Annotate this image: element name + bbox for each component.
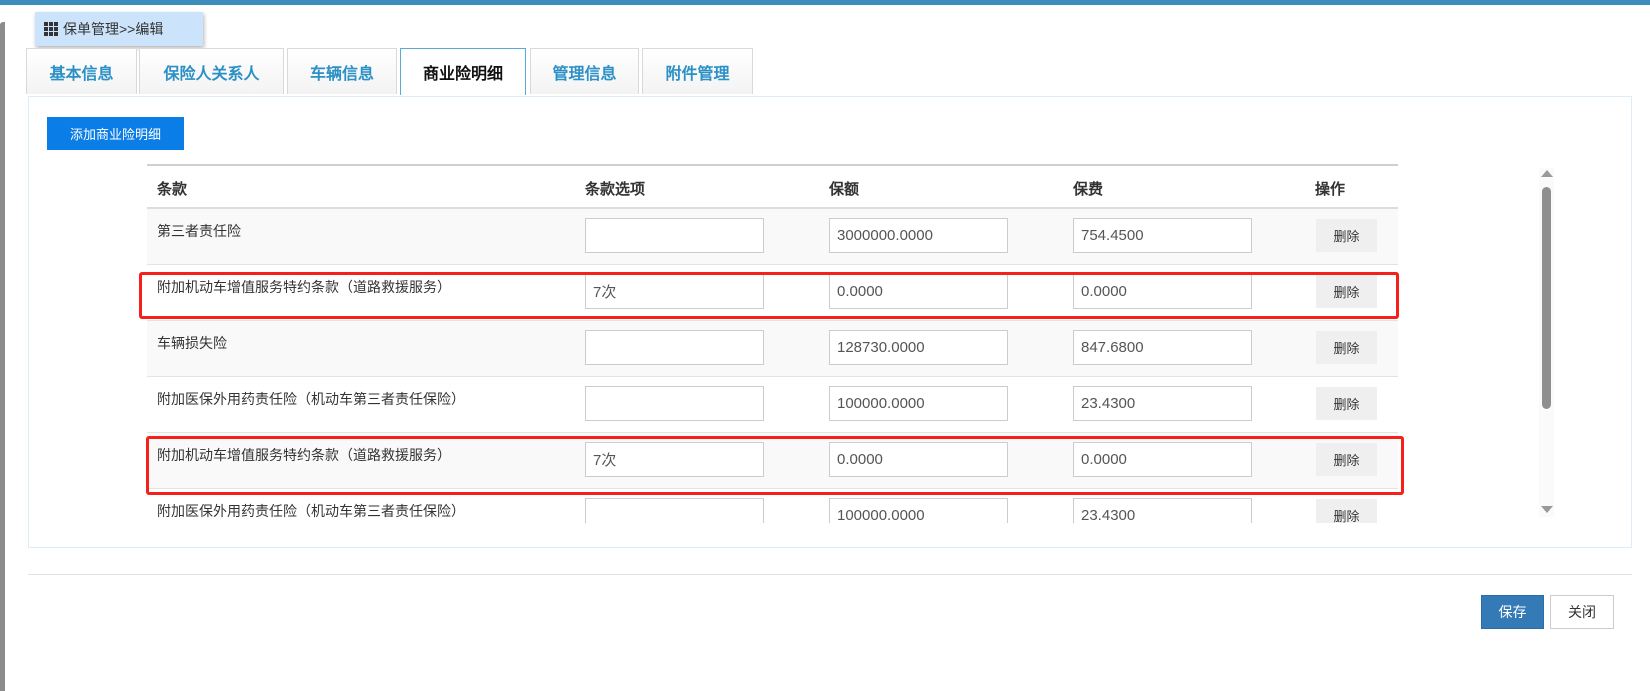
tab-management-info[interactable]: 管理信息 bbox=[530, 48, 639, 94]
insurance-table: 条款 条款选项 保额 保费 操作 第三者责任险 3000000.0000 754.4… bbox=[147, 164, 1407, 523]
scroll-up-icon[interactable] bbox=[1541, 170, 1553, 177]
amount-input[interactable]: 128730.0000 bbox=[829, 330, 1008, 365]
left-edge-scrollbar[interactable] bbox=[0, 22, 5, 691]
premium-input[interactable]: 0.0000 bbox=[1073, 442, 1252, 477]
save-button[interactable]: 保存 bbox=[1481, 595, 1544, 629]
header-clause-option: 条款选项 bbox=[585, 181, 646, 198]
premium-input[interactable]: 23.4300 bbox=[1073, 386, 1252, 421]
premium-input[interactable]: 754.4500 bbox=[1073, 218, 1252, 253]
header-premium: 保费 bbox=[1073, 181, 1104, 198]
delete-button[interactable]: 删除 bbox=[1316, 275, 1377, 308]
table-row: 附加机动车增值服务特约条款（道路救援服务） 7次 0.0000 0.0000 删除 bbox=[147, 433, 1398, 489]
tab-basic-info[interactable]: 基本信息 bbox=[26, 48, 137, 94]
tab-attachments[interactable]: 附件管理 bbox=[642, 48, 753, 94]
amount-input[interactable]: 0.0000 bbox=[829, 442, 1008, 477]
breadcrumb-text: 保单管理>>编辑 bbox=[63, 21, 164, 37]
delete-button[interactable]: 删除 bbox=[1316, 219, 1377, 252]
add-commercial-insurance-button[interactable]: 添加商业险明细 bbox=[47, 117, 184, 150]
amount-input[interactable]: 100000.0000 bbox=[829, 498, 1008, 523]
premium-input[interactable]: 23.4300 bbox=[1073, 498, 1252, 523]
amount-input[interactable]: 100000.0000 bbox=[829, 386, 1008, 421]
breadcrumb: 保单管理>>编辑 bbox=[35, 12, 203, 46]
clause-name: 附加医保外用药责任险（机动车第三者责任保险） bbox=[157, 503, 465, 519]
table-header: 条款 条款选项 保额 保费 操作 bbox=[147, 164, 1398, 209]
table-row: 附加医保外用药责任险（机动车第三者责任保险） 100000.0000 23.4300… bbox=[147, 489, 1398, 523]
scroll-thumb[interactable] bbox=[1542, 187, 1551, 409]
clause-name: 附加机动车增值服务特约条款（道路救援服务） bbox=[157, 279, 451, 295]
grid-icon bbox=[44, 22, 58, 36]
clause-name: 第三者责任险 bbox=[157, 223, 241, 239]
amount-input[interactable]: 3000000.0000 bbox=[829, 218, 1008, 253]
clause-option-input[interactable]: 7次 bbox=[585, 442, 764, 477]
premium-input[interactable]: 847.6800 bbox=[1073, 330, 1252, 365]
delete-button[interactable]: 删除 bbox=[1316, 443, 1377, 476]
tab-vehicle-info[interactable]: 车辆信息 bbox=[287, 48, 397, 94]
clause-option-input[interactable] bbox=[585, 498, 764, 523]
clause-name: 附加医保外用药责任险（机动车第三者责任保险） bbox=[157, 391, 465, 407]
header-amount: 保额 bbox=[829, 181, 860, 198]
tab-commercial-insurance[interactable]: 商业险明细 bbox=[400, 48, 526, 95]
table-row: 第三者责任险 3000000.0000 754.4500 删除 bbox=[147, 209, 1398, 265]
delete-button[interactable]: 删除 bbox=[1316, 387, 1377, 420]
tab-insured-parties[interactable]: 保险人关系人 bbox=[139, 48, 284, 94]
header-clause: 条款 bbox=[157, 181, 188, 198]
clause-name: 附加机动车增值服务特约条款（道路救援服务） bbox=[157, 447, 451, 463]
table-row: 附加医保外用药责任险（机动车第三者责任保险） 100000.0000 23.4300… bbox=[147, 377, 1398, 433]
scroll-down-icon[interactable] bbox=[1541, 506, 1553, 513]
top-bar bbox=[0, 0, 1650, 5]
header-action: 操作 bbox=[1315, 181, 1346, 198]
clause-option-input[interactable] bbox=[585, 218, 764, 253]
delete-button[interactable]: 删除 bbox=[1316, 499, 1377, 523]
clause-name: 车辆损失险 bbox=[157, 335, 227, 351]
clause-option-input[interactable] bbox=[585, 330, 764, 365]
premium-input[interactable]: 0.0000 bbox=[1073, 274, 1252, 309]
table-row: 附加机动车增值服务特约条款（道路救援服务） 7次 0.0000 0.0000 删除 bbox=[147, 265, 1398, 321]
clause-option-input[interactable] bbox=[585, 386, 764, 421]
clause-option-input[interactable]: 7次 bbox=[585, 274, 764, 309]
amount-input[interactable]: 0.0000 bbox=[829, 274, 1008, 309]
divider bbox=[28, 574, 1632, 575]
close-button[interactable]: 关闭 bbox=[1550, 595, 1614, 629]
table-scrollbar[interactable] bbox=[1539, 168, 1554, 517]
table-row: 车辆损失险 128730.0000 847.6800 删除 bbox=[147, 321, 1398, 377]
delete-button[interactable]: 删除 bbox=[1316, 331, 1377, 364]
